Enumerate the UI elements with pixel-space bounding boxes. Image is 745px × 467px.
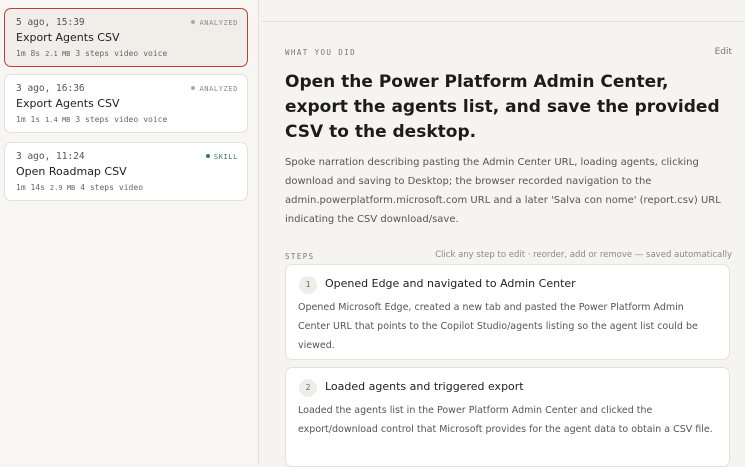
recording-step-count: 4 steps xyxy=(80,183,114,192)
recording-tag: video xyxy=(114,49,139,58)
recording-stats: 1m 8s 2.1 MB 3 steps video voice xyxy=(16,49,172,58)
recording-date: 3 ago, 11:24 xyxy=(16,151,85,162)
step-number: 1 xyxy=(299,276,317,294)
recording-card[interactable]: 5 ago, 15:39 ANALYZED Export Agents CSV … xyxy=(4,8,248,67)
status-badge: ANALYZED xyxy=(191,19,238,27)
status-badge-label: ANALYZED xyxy=(199,19,238,27)
recording-duration: 1m 8s xyxy=(16,49,41,58)
recording-stats: 1m 14s 2.9 MB 4 steps video xyxy=(16,183,148,192)
recording-tag: voice xyxy=(143,49,168,58)
status-dot-icon xyxy=(191,20,196,24)
step-card[interactable]: 2 Loaded agents and triggered export Loa… xyxy=(285,367,730,467)
step-description: Loaded the agents list in the Power Plat… xyxy=(298,405,713,435)
step-title: Opened Edge and navigated to Admin Cente… xyxy=(325,277,576,290)
status-dot-icon xyxy=(191,86,196,90)
what-you-did-label: WHAT YOU DID xyxy=(285,48,356,57)
recording-title: Export Agents CSV xyxy=(16,97,120,110)
recording-title: Export Agents CSV xyxy=(16,31,120,44)
recording-card[interactable]: 3 ago, 16:36 ANALYZED Export Agents CSV … xyxy=(4,74,248,133)
recording-duration: 1m 1s xyxy=(16,115,41,124)
recording-size: 2.1 MB xyxy=(45,50,71,58)
recording-tag: video xyxy=(118,183,144,192)
recording-step-count: 3 steps xyxy=(75,49,110,58)
page-title: Open the Power Platform Admin Center, ex… xyxy=(285,72,720,142)
status-badge: SKILL xyxy=(205,153,238,161)
steps-label: STEPS xyxy=(285,252,315,261)
step-description: Opened Microsoft Edge, created a new tab… xyxy=(298,302,698,351)
step-card[interactable]: 1 Opened Edge and navigated to Admin Cen… xyxy=(285,264,730,360)
summary-description: Spoke narration describing pasting the A… xyxy=(285,157,721,225)
recording-date: 5 ago, 15:39 xyxy=(16,17,85,28)
status-badge-label: SKILL xyxy=(213,153,238,161)
sidebar: 5 ago, 15:39 ANALYZED Export Agents CSV … xyxy=(0,0,259,464)
header-divider xyxy=(262,21,745,22)
recording-card[interactable]: 3 ago, 11:24 SKILL Open Roadmap CSV 1m 1… xyxy=(4,142,248,201)
steps-hint: Click any step to edit · reorder, add or… xyxy=(435,250,732,260)
status-badge: ANALYZED xyxy=(191,85,238,93)
status-dot-icon xyxy=(205,154,210,158)
step-title: Loaded agents and triggered export xyxy=(325,380,524,393)
recording-date: 3 ago, 16:36 xyxy=(16,83,85,94)
step-number: 2 xyxy=(299,379,317,397)
recording-size: 1.4 MB xyxy=(45,116,71,124)
recording-size: 2.9 MB xyxy=(49,184,76,192)
status-badge-label: ANALYZED xyxy=(199,85,238,93)
recording-step-count: 3 steps xyxy=(75,115,110,124)
recording-tag: video xyxy=(114,115,139,124)
recording-tag: voice xyxy=(143,115,168,124)
recording-title: Open Roadmap CSV xyxy=(16,165,127,178)
edit-button[interactable]: Edit xyxy=(715,47,732,57)
recording-stats: 1m 1s 1.4 MB 3 steps video voice xyxy=(16,115,172,124)
recording-detail: WHAT YOU DID Edit Open the Power Platfor… xyxy=(262,0,745,467)
recording-duration: 1m 14s xyxy=(16,183,45,192)
